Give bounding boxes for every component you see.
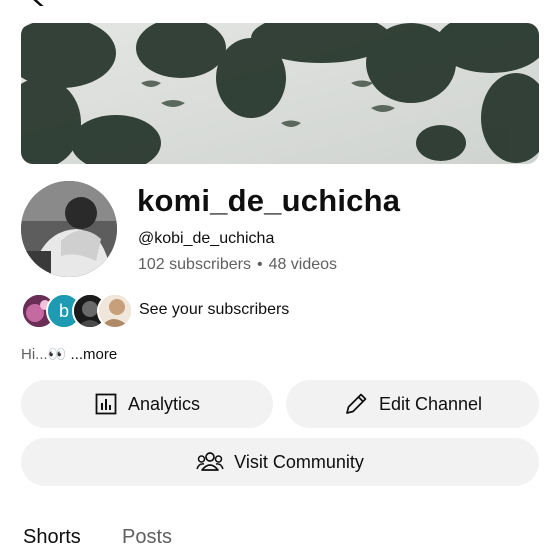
see-subscribers-label[interactable]: See your subscribers (139, 301, 289, 319)
channel-tabs: Shorts Posts (21, 526, 539, 560)
see-subscribers-row[interactable]: b See your subscribers (21, 293, 441, 329)
channel-handle: @kobi_de_uchicha (138, 230, 275, 247)
bar-chart-icon (95, 393, 117, 415)
edit-channel-label: Edit Channel (378, 393, 483, 414)
subscriber-avatar (97, 293, 133, 329)
stats-separator: • (256, 256, 263, 273)
more-link[interactable]: ...more (66, 346, 118, 363)
visit-community-button[interactable]: Visit Community (21, 438, 539, 486)
channel-stats: 102 subscribers • 48 videos (138, 256, 337, 274)
channel-description[interactable]: Hi...👀 ...more (21, 345, 117, 363)
pencil-icon (346, 393, 367, 414)
visit-community-label: Visit Community (234, 451, 364, 472)
analytics-label: Analytics (127, 393, 201, 414)
analytics-button[interactable]: Analytics (21, 380, 273, 428)
more-vert-icon[interactable] (524, 0, 544, 6)
top-app-bar (0, 0, 560, 8)
cast-icon[interactable] (395, 0, 415, 6)
channel-banner (21, 23, 539, 164)
subscriber-count: 102 subscribers (138, 256, 251, 273)
edit-channel-button[interactable]: Edit Channel (286, 380, 539, 428)
subscriber-letter: b (59, 301, 69, 321)
channel-avatar[interactable] (21, 181, 117, 277)
avatar-image (21, 181, 117, 277)
people-icon (196, 452, 224, 471)
description-text: Hi...👀 (21, 346, 67, 363)
tab-posts[interactable]: Posts (122, 526, 172, 549)
search-icon[interactable] (466, 0, 486, 6)
banner-image (21, 23, 539, 164)
channel-name: komi_de_uchicha (137, 183, 401, 218)
back-arrow-icon[interactable] (32, 0, 52, 6)
tab-shorts[interactable]: Shorts (23, 526, 81, 549)
video-count: 48 videos (268, 256, 338, 273)
